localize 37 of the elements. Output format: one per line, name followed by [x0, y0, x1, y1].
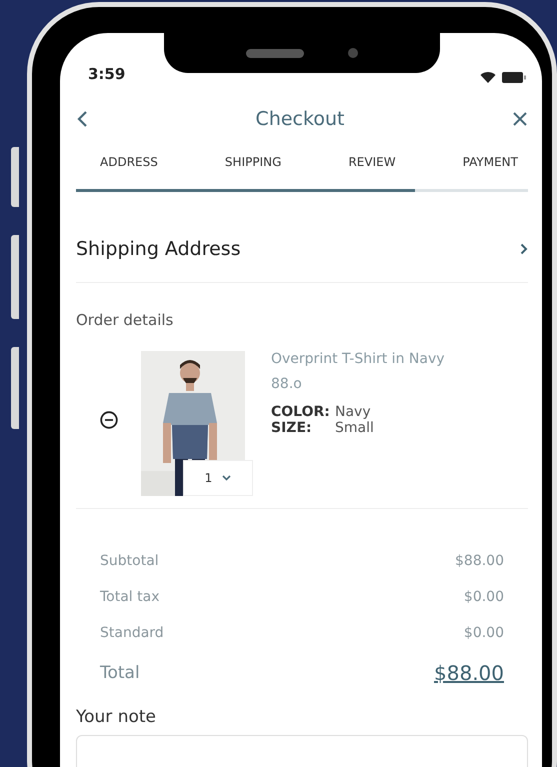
- camera: [348, 48, 358, 58]
- step-tab[interactable]: ADDRESS: [100, 155, 158, 169]
- quantity-dropdown[interactable]: 1: [183, 460, 253, 496]
- screen-title: Checkout: [256, 108, 344, 130]
- product-name: Overprint T-Shirt in Navy: [271, 351, 445, 367]
- note-label: Your note: [76, 707, 157, 727]
- speaker: [246, 48, 304, 58]
- chevron-left-icon: [76, 110, 88, 128]
- back-button[interactable]: [76, 110, 88, 128]
- order-details-heading: Order details: [76, 311, 174, 329]
- battery-icon: [502, 72, 526, 82]
- summary-label: Total tax: [100, 589, 160, 605]
- summary-label: Subtotal: [100, 553, 159, 569]
- attribute-label: COLOR:: [271, 404, 331, 420]
- close-button[interactable]: [512, 111, 528, 127]
- step-tab[interactable]: PAYMENT: [462, 155, 518, 169]
- summary-value: $0.00: [464, 589, 504, 605]
- attribute-label: SIZE:: [271, 420, 313, 436]
- chevron-down-icon: [222, 475, 232, 481]
- close-icon: [512, 111, 528, 127]
- product-price: 88.o: [271, 376, 303, 392]
- wifi-icon: [480, 71, 496, 83]
- status-time: 3:59: [88, 65, 126, 83]
- summary-value: $0.00: [464, 625, 504, 641]
- total-label: Total: [100, 663, 140, 683]
- attribute-value: Small: [335, 420, 374, 436]
- summary-label: Standard: [100, 625, 164, 641]
- shipping-address-row[interactable]: Shipping Address: [76, 192, 528, 283]
- chevron-right-icon: [520, 243, 528, 255]
- step-tab[interactable]: SHIPPING: [224, 155, 282, 169]
- remove-button[interactable]: [100, 411, 118, 429]
- total-value: $88.00: [434, 661, 504, 685]
- summary-value: $88.00: [455, 553, 504, 569]
- attribute-value: Navy: [335, 404, 371, 420]
- step-tab[interactable]: REVIEW: [348, 155, 396, 169]
- minus-circle-icon: [100, 411, 118, 429]
- shipping-address-label: Shipping Address: [76, 238, 241, 260]
